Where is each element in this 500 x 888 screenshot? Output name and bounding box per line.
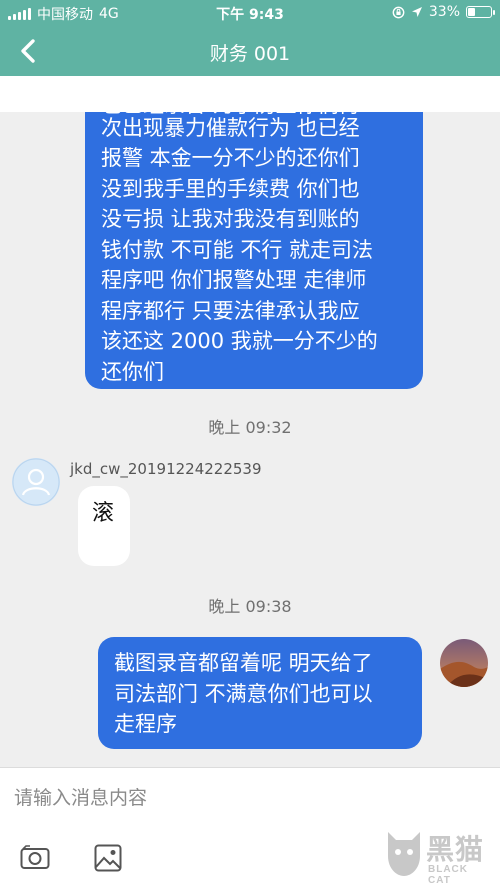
input-area: 黑猫 BLACK CAT	[0, 767, 500, 888]
nav-bar: 财务 001	[0, 26, 500, 76]
message-line: 截图录音都留着呢 明天给了	[114, 651, 373, 675]
battery-fill	[468, 8, 475, 16]
message-line: 司法部门 不满意你们也可以	[114, 681, 373, 706]
status-bar: 中国移动 4G 下午 9:43 33%	[0, 0, 500, 26]
message-line: 钱付款 不可能 不行 就走司法	[101, 237, 374, 262]
camera-icon	[20, 845, 50, 869]
timestamp: 晚上 09:38	[208, 597, 292, 616]
sender-name: jkd_cw_20191224222539	[70, 460, 262, 478]
chat-title: 财务 001	[209, 43, 291, 65]
outgoing-message-bubble[interactable]: 也已经录音 为了防止你们再 次出现暴力催款行为 也已经 报警 本金一分不少的还你…	[85, 112, 423, 389]
timestamp: 晚上 09:32	[208, 418, 292, 437]
message-input[interactable]	[14, 784, 484, 814]
message-line: 还你们	[101, 359, 164, 384]
battery-icon	[466, 6, 495, 18]
avatar[interactable]	[12, 458, 60, 506]
battery-percent: 33%	[428, 4, 460, 20]
rotation-lock-icon	[392, 6, 405, 18]
default-user-icon	[12, 458, 60, 506]
watermark-logo: 黑猫 BLACK CAT	[384, 826, 494, 886]
message-list[interactable]: 也已经录音 为了防止你们再 次出现暴力催款行为 也已经 报警 本金一分不少的还你…	[0, 112, 500, 767]
message-line: 该还这 2000 我就一分不少的	[101, 329, 378, 353]
image-button[interactable]	[94, 844, 122, 876]
header-spacer	[0, 76, 500, 112]
message-line: 没亏损 让我对我没有到账的	[101, 207, 360, 231]
desert-dune-avatar-image	[440, 639, 488, 687]
image-icon	[94, 844, 122, 872]
message-line: 报警 本金一分不少的还你们	[101, 146, 360, 170]
status-right: 33%	[392, 4, 495, 20]
message-line: 程序吧 你们报警处理 走律师	[101, 268, 367, 292]
message-line: 走程序	[114, 712, 177, 736]
incoming-message-bubble[interactable]: 滚	[78, 486, 130, 566]
watermark-title: 黑猫	[426, 833, 485, 866]
message-text: 滚	[92, 501, 115, 526]
my-avatar[interactable]	[440, 639, 488, 687]
watermark-subtitle: BLACK CAT	[428, 864, 468, 886]
camera-button[interactable]	[20, 844, 50, 874]
black-cat-logo-icon	[388, 832, 420, 876]
message-line: 程序都行 只要法律承认我应	[101, 298, 360, 323]
outgoing-message-bubble[interactable]: 截图录音都留着呢 明天给了 司法部门 不满意你们也可以 走程序	[98, 637, 422, 749]
message-line: 次出现暴力催款行为 也已经	[101, 115, 360, 140]
location-arrow-icon	[411, 7, 422, 17]
message-line: 没到我手里的手续费 你们也	[101, 176, 360, 201]
